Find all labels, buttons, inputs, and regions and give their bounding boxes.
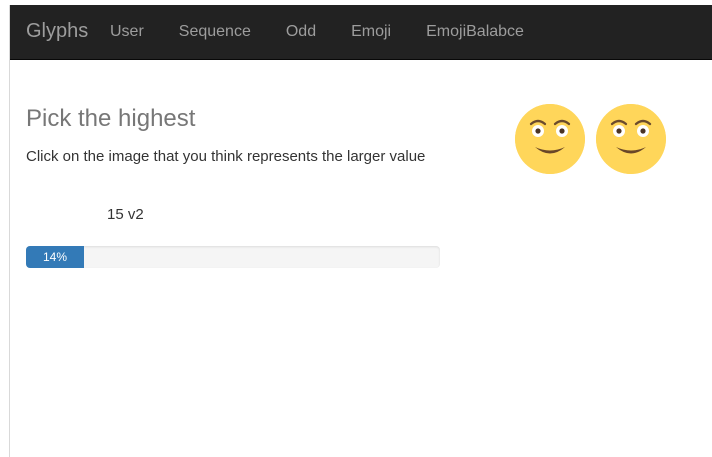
nav-item-sequence[interactable]: Sequence bbox=[179, 22, 251, 42]
brand-link[interactable]: Glyphs bbox=[26, 19, 88, 43]
nav-item-odd[interactable]: Odd bbox=[286, 22, 316, 42]
smiling-face-icon bbox=[596, 104, 666, 174]
progress-track: 14% bbox=[26, 246, 440, 268]
smiling-face-icon bbox=[515, 104, 585, 174]
progress-bar: 14% bbox=[26, 246, 84, 268]
emoji-option-left[interactable] bbox=[515, 104, 585, 174]
trial-label: 15 v2 bbox=[107, 206, 144, 223]
main-content: Pick the highest Click on the image that… bbox=[26, 59, 706, 449]
top-navbar: Glyphs User Sequence Odd Emoji EmojiBala… bbox=[10, 5, 712, 60]
nav-links: User Sequence Odd Emoji EmojiBalabce bbox=[110, 5, 559, 59]
emoji-option-right[interactable] bbox=[596, 104, 666, 174]
nav-item-emojibalabce[interactable]: EmojiBalabce bbox=[426, 22, 524, 42]
page-frame: Glyphs User Sequence Odd Emoji EmojiBala… bbox=[9, 5, 712, 457]
nav-item-user[interactable]: User bbox=[110, 22, 144, 42]
nav-item-emoji[interactable]: Emoji bbox=[351, 22, 391, 42]
page-title: Pick the highest bbox=[26, 105, 196, 132]
instruction-text: Click on the image that you think repres… bbox=[26, 148, 426, 165]
